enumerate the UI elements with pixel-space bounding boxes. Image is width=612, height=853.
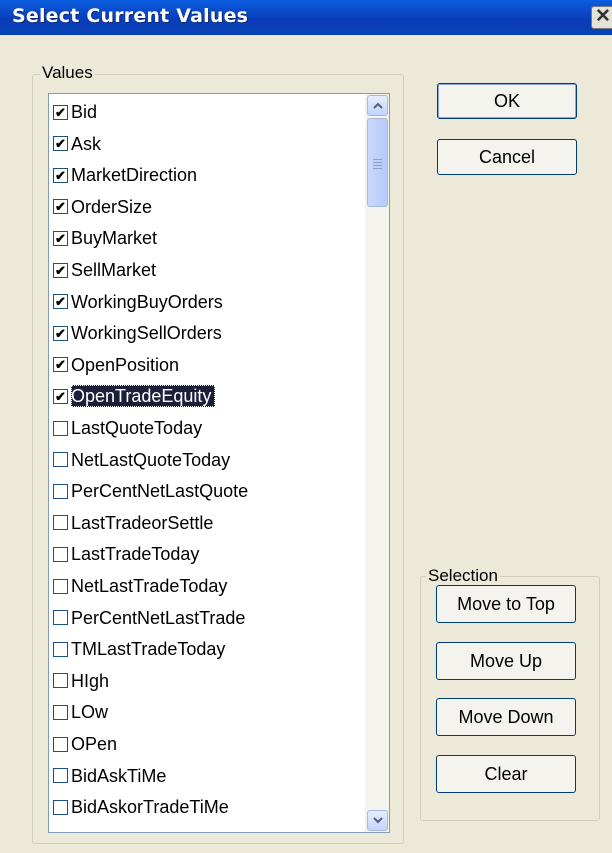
list-item-label: BuyMarket: [71, 228, 158, 249]
list-item[interactable]: BuyMarket: [53, 224, 363, 252]
list-item[interactable]: OPen: [53, 730, 363, 758]
checkbox-checked[interactable]: [53, 136, 68, 152]
checkbox-checked[interactable]: [53, 104, 68, 120]
checkbox-checked[interactable]: [53, 230, 68, 246]
checkbox-unchecked[interactable]: [53, 704, 68, 720]
list-item[interactable]: PerCentNetLastQuote: [53, 477, 363, 505]
checkbox-unchecked[interactable]: [53, 546, 68, 562]
checkbox-checked[interactable]: [53, 357, 68, 373]
checkbox-unchecked[interactable]: [53, 768, 68, 784]
list-item-label: TMLastTradeToday: [71, 639, 226, 660]
list-item-label: Ask: [71, 133, 102, 154]
list-item-label: LastTradeToday: [71, 544, 200, 565]
list-item[interactable]: TMLastTradeToday: [53, 635, 363, 663]
checkbox-unchecked[interactable]: [53, 420, 68, 436]
list-item[interactable]: OpenTradeEquity: [53, 382, 363, 410]
list-item[interactable]: WorkingBuyOrders: [53, 288, 363, 316]
list-item[interactable]: Ask: [53, 130, 363, 158]
list-item[interactable]: LastTradeorSettle: [53, 509, 363, 537]
scroll-down-button[interactable]: [367, 810, 388, 831]
title-bar[interactable]: Select Current Values ✕: [0, 0, 612, 35]
list-item[interactable]: OpenPosition: [53, 351, 363, 379]
checkbox-checked[interactable]: [53, 262, 68, 278]
move-to-top-button[interactable]: Move to Top: [436, 585, 576, 623]
list-item-label: PerCentNetLastTrade: [71, 607, 246, 628]
scroll-up-button[interactable]: [367, 95, 388, 116]
values-group-label: Values: [40, 63, 95, 83]
list-item[interactable]: Bid: [53, 98, 363, 126]
list-item-label: PerCentNetLastQuote: [71, 481, 249, 502]
list-item[interactable]: BidAskorTradeTiMe: [53, 793, 363, 821]
checkbox-unchecked[interactable]: [53, 641, 68, 657]
list-item[interactable]: SellMarket: [53, 256, 363, 284]
list-item[interactable]: LOw: [53, 698, 363, 726]
list-item[interactable]: LastQuoteToday: [53, 414, 363, 442]
list-item-label: OPen: [71, 734, 118, 754]
list-item-label: BidAskorTradeTiMe: [71, 797, 229, 818]
checkbox-unchecked[interactable]: [53, 578, 68, 594]
list-item-label: BidAskTiMe: [71, 765, 167, 786]
clear-button[interactable]: Clear: [436, 755, 576, 793]
list-item[interactable]: HIgh: [53, 667, 363, 695]
checkbox-unchecked[interactable]: [53, 736, 68, 752]
list-item-label: HIgh: [71, 670, 110, 691]
list-item[interactable]: NetLastTradeToday: [53, 572, 363, 600]
list-item[interactable]: LastTradeToday: [53, 540, 363, 568]
scroll-thumb[interactable]: [367, 118, 388, 207]
list-item-label: NetLastTradeToday: [71, 576, 228, 596]
list-item-label: LastTradeorSettle: [71, 512, 214, 533]
checkbox-checked[interactable]: [53, 199, 68, 215]
list-item-label: SellMarket: [71, 260, 157, 280]
checkbox-checked[interactable]: [53, 388, 68, 404]
list-item-label: WorkingSellOrders: [71, 323, 222, 344]
list-item[interactable]: PerCentNetLastTrade: [53, 604, 363, 632]
selection-group-label: Selection: [426, 566, 500, 586]
list-item-label: OpenPosition: [71, 354, 180, 375]
window-title: Select Current Values: [12, 5, 249, 27]
list-item[interactable]: WorkingSellOrders: [53, 319, 363, 347]
close-icon[interactable]: ✕: [591, 6, 612, 29]
checkbox-unchecked[interactable]: [53, 799, 68, 815]
list-item-label: OpenTradeEquity: [71, 385, 216, 408]
checkbox-unchecked[interactable]: [53, 452, 68, 468]
move-up-button[interactable]: Move Up: [436, 642, 576, 680]
chevron-down-icon: [372, 817, 383, 824]
checkbox-checked[interactable]: [53, 294, 68, 310]
list-item[interactable]: NetLastQuoteToday: [53, 446, 363, 474]
checkbox-unchecked[interactable]: [53, 483, 68, 499]
values-checklist[interactable]: BidAskorTradeTiMe BidAskTiMe OPen LOw HIgh TM…: [48, 93, 390, 833]
chevron-up-icon: [372, 102, 383, 109]
ok-button[interactable]: OK: [437, 83, 577, 119]
list-item-label: OrderSize: [71, 196, 153, 217]
cancel-button[interactable]: Cancel: [437, 139, 577, 175]
list-item[interactable]: OrderSize: [53, 193, 363, 221]
move-down-button[interactable]: Move Down: [436, 698, 576, 736]
list-item-label: MarketDirection: [71, 165, 198, 186]
list-item-label: LOw: [71, 702, 109, 723]
checkbox-unchecked[interactable]: [53, 673, 68, 689]
list-item-label: LastQuoteToday: [71, 418, 203, 438]
list-item-label: Bid: [71, 102, 98, 122]
list-item[interactable]: BidAskTiMe: [53, 762, 363, 790]
checkbox-checked[interactable]: [53, 325, 68, 341]
vertical-scrollbar[interactable]: [365, 94, 389, 832]
checkbox-unchecked[interactable]: [53, 610, 68, 626]
checkbox-unchecked[interactable]: [53, 515, 68, 531]
list-item-label: NetLastQuoteToday: [71, 449, 231, 470]
list-item[interactable]: MarketDirection: [53, 161, 363, 189]
checkbox-checked[interactable]: [53, 167, 68, 183]
list-item-label: WorkingBuyOrders: [71, 291, 223, 312]
